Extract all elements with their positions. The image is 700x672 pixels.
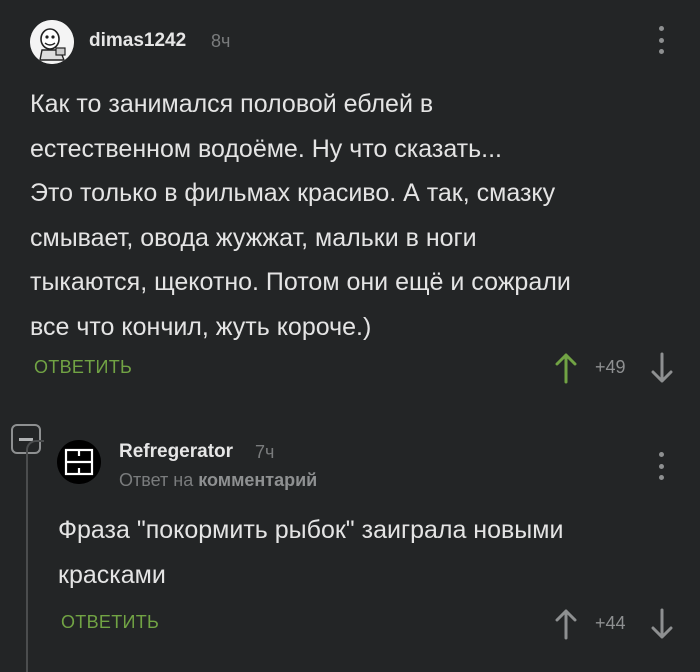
reply-more-options-icon[interactable] xyxy=(651,450,671,482)
reply-to-comment-link[interactable]: комментарий xyxy=(198,470,317,490)
reply-upvote-arrow-icon[interactable] xyxy=(554,608,578,640)
reply-author[interactable]: Refregerator xyxy=(119,441,233,463)
reply-button[interactable]: ОТВЕТИТЬ xyxy=(34,357,132,378)
reply-rating: +44 xyxy=(595,613,626,633)
reply-user-avatar[interactable] xyxy=(57,440,101,484)
reply-reply-button[interactable]: ОТВЕТИТЬ xyxy=(61,612,159,633)
rammstein-logo-avatar-icon xyxy=(57,440,101,484)
thread-line xyxy=(26,454,28,672)
reply-downvote-arrow-icon[interactable] xyxy=(650,608,674,640)
comment-more-options-icon[interactable] xyxy=(651,24,671,56)
comment-author[interactable]: dimas1242 xyxy=(89,30,186,52)
reply-to-prefix: Ответ на xyxy=(119,470,194,490)
comment-rating: +49 xyxy=(595,357,626,377)
comment-timestamp: 8ч xyxy=(211,31,231,51)
thread-connector xyxy=(26,440,44,454)
reply-body: Фраза "покормить рыбок" заиграла новыми … xyxy=(58,516,564,589)
user-avatar[interactable] xyxy=(30,20,74,64)
meme-face-avatar-icon xyxy=(30,20,74,64)
downvote-arrow-icon[interactable] xyxy=(650,352,674,384)
reply-timestamp: 7ч xyxy=(255,442,275,462)
upvote-arrow-icon[interactable] xyxy=(554,352,578,384)
comment-page: dimas1242 8ч Как то занимался половой еб… xyxy=(0,0,700,672)
comment-body: Как то занимался половой еблей в естеств… xyxy=(30,90,571,341)
reply-to-label: Ответ на комментарий xyxy=(119,470,317,491)
